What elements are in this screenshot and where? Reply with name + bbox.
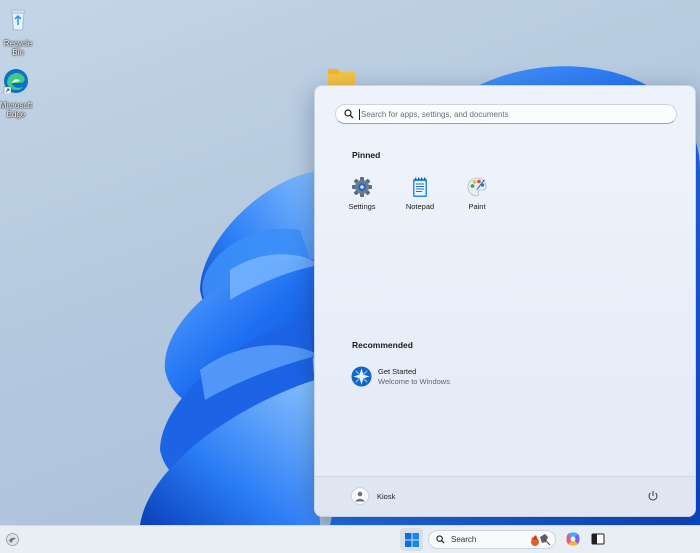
recommended-item-title: Get Started [378, 366, 417, 376]
desktop-icon-edge[interactable]: Microsoft Edge [0, 68, 36, 119]
recommended-heading: Recommended [352, 340, 413, 350]
pinned-app-label: Paint [468, 202, 486, 211]
get-started-icon [351, 366, 372, 387]
notepad-icon [413, 177, 427, 197]
taskbar-search-label: Search [451, 535, 477, 544]
desktop-icon-label: Microsoft Edge [0, 101, 33, 119]
desktop-icon-recycle-bin[interactable]: Recycle Bin [0, 6, 38, 57]
search-icon [344, 109, 354, 119]
pinned-app-label: Settings [348, 202, 376, 211]
search-highlight-icon [531, 534, 551, 546]
task-view-icon[interactable] [590, 531, 606, 547]
avatar [351, 487, 369, 505]
widgets-icon[interactable] [5, 532, 20, 547]
start-search-input[interactable] [361, 109, 676, 119]
start-search-box[interactable] [335, 104, 677, 124]
user-name: Kiosk [377, 491, 396, 501]
edge-icon [3, 69, 28, 95]
pinned-app-paint[interactable]: Paint [449, 176, 505, 211]
paint-palette-icon [467, 177, 487, 197]
taskbar-search-box[interactable]: Search [428, 530, 556, 549]
pinned-app-settings[interactable]: Settings [334, 176, 390, 211]
search-icon [436, 535, 445, 544]
desktop-icon-label: Recycle Bin [3, 39, 33, 57]
text-caret [359, 108, 360, 120]
copilot-icon[interactable] [565, 531, 581, 547]
pinned-app-label: Notepad [405, 202, 435, 211]
recycle-bin-icon [10, 9, 26, 31]
gear-icon [352, 177, 372, 197]
windows-start-icon [404, 532, 419, 547]
taskbar: Search [0, 525, 700, 553]
windows-start-button[interactable] [400, 528, 423, 551]
user-account-button[interactable]: Kiosk [351, 487, 395, 505]
pinned-heading: Pinned [352, 150, 381, 160]
start-menu: Pinned Settings [314, 85, 696, 517]
recommended-item-get-started[interactable]: Get Started Welcome to Windows [351, 366, 450, 387]
user-icon [355, 491, 365, 502]
recommended-item-subtitle: Welcome to Windows [378, 376, 450, 386]
pinned-app-notepad[interactable]: Notepad [392, 176, 448, 211]
start-menu-footer: Kiosk [315, 476, 695, 516]
power-icon[interactable] [647, 490, 659, 502]
